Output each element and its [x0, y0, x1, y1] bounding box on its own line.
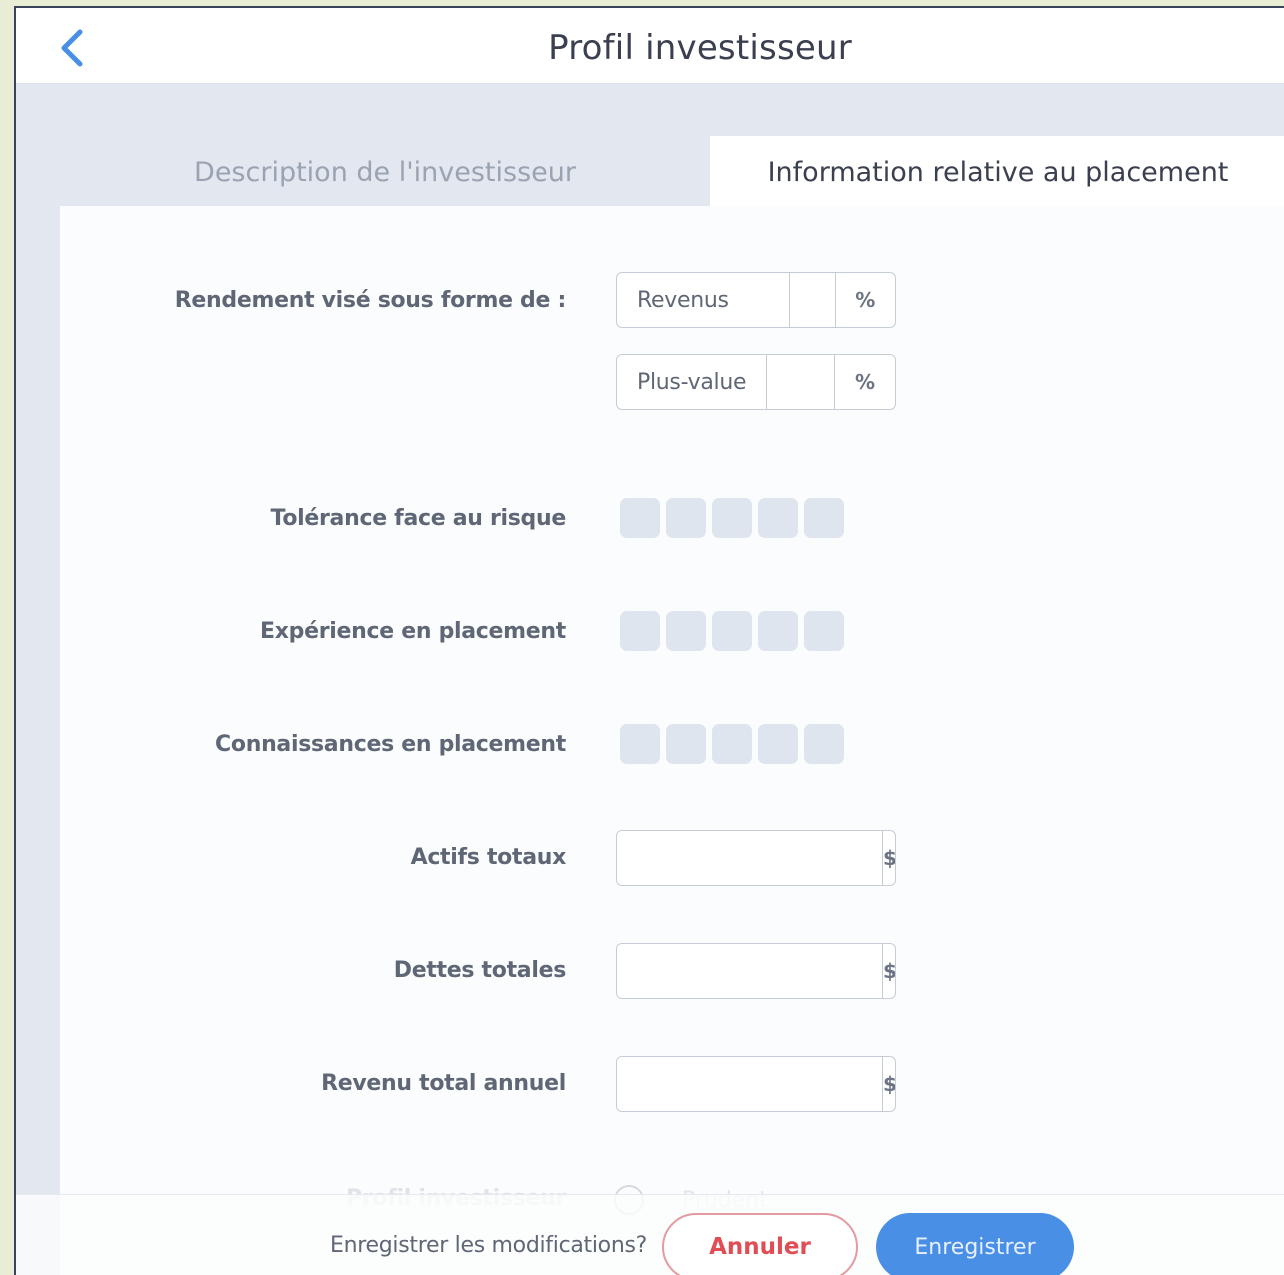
rating-box[interactable]: [712, 611, 752, 651]
dettes-label: Dettes totales: [393, 958, 567, 983]
save-question: Enregistrer les modifications?: [330, 1233, 648, 1258]
rating-box[interactable]: [666, 611, 706, 651]
save-button[interactable]: Enregistrer: [876, 1213, 1074, 1275]
save-footer: Enregistrer les modifications? Annuler E…: [16, 1194, 1284, 1275]
actifs-label: Actifs totaux: [410, 845, 567, 870]
revenu-field-group: $: [616, 1056, 896, 1112]
revenus-label: Revenus: [617, 273, 790, 327]
dettes-input[interactable]: [617, 944, 883, 998]
dettes-field-group: $: [616, 943, 896, 999]
rating-box[interactable]: [804, 498, 844, 538]
percent-unit: %: [854, 370, 876, 394]
rating-box[interactable]: [620, 498, 660, 538]
save-label: Enregistrer: [914, 1234, 1036, 1260]
dollar-unit: $: [883, 959, 896, 983]
rating-box[interactable]: [804, 611, 844, 651]
plus-value-input[interactable]: [767, 355, 835, 409]
revenu-label: Revenu total annuel: [321, 1071, 566, 1096]
rating-box[interactable]: [712, 498, 752, 538]
actifs-field-group: $: [616, 830, 896, 886]
rating-box[interactable]: [758, 724, 798, 764]
revenus-input[interactable]: [789, 273, 836, 327]
experience-label: Expérience en placement: [260, 619, 566, 644]
rating-box[interactable]: [804, 724, 844, 764]
page-title: Profil investisseur: [548, 28, 852, 68]
rating-box[interactable]: [712, 724, 752, 764]
plus-value-field-group: Plus-value %: [616, 354, 896, 410]
tolerance-rating: [620, 498, 844, 538]
rating-box[interactable]: [620, 724, 660, 764]
revenu-input[interactable]: [617, 1057, 883, 1111]
rating-box[interactable]: [620, 611, 660, 651]
tab-description[interactable]: Description de l'investisseur: [60, 136, 710, 208]
rendement-label: Rendement visé sous forme de :: [174, 288, 567, 313]
app-window: Profil investisseur Description de l'inv…: [14, 6, 1284, 1275]
tolerance-label: Tolérance face au risque: [270, 506, 567, 531]
rating-box[interactable]: [666, 498, 706, 538]
rating-box[interactable]: [758, 498, 798, 538]
header-bar: Profil investisseur: [16, 8, 1284, 84]
rating-box[interactable]: [666, 724, 706, 764]
experience-rating: [620, 611, 844, 651]
dollar-unit: $: [883, 1072, 896, 1096]
percent-unit: %: [855, 288, 876, 312]
revenus-field-group: Revenus %: [616, 272, 896, 328]
rating-box[interactable]: [758, 611, 798, 651]
dollar-unit: $: [883, 846, 896, 870]
cancel-button[interactable]: Annuler: [662, 1213, 858, 1275]
connaissances-rating: [620, 724, 844, 764]
connaissances-label: Connaissances en placement: [215, 732, 566, 757]
plus-value-label: Plus-value: [617, 355, 767, 409]
tab-information[interactable]: Information relative au placement: [710, 136, 1284, 208]
cancel-label: Annuler: [709, 1234, 811, 1260]
actifs-input[interactable]: [617, 831, 883, 885]
